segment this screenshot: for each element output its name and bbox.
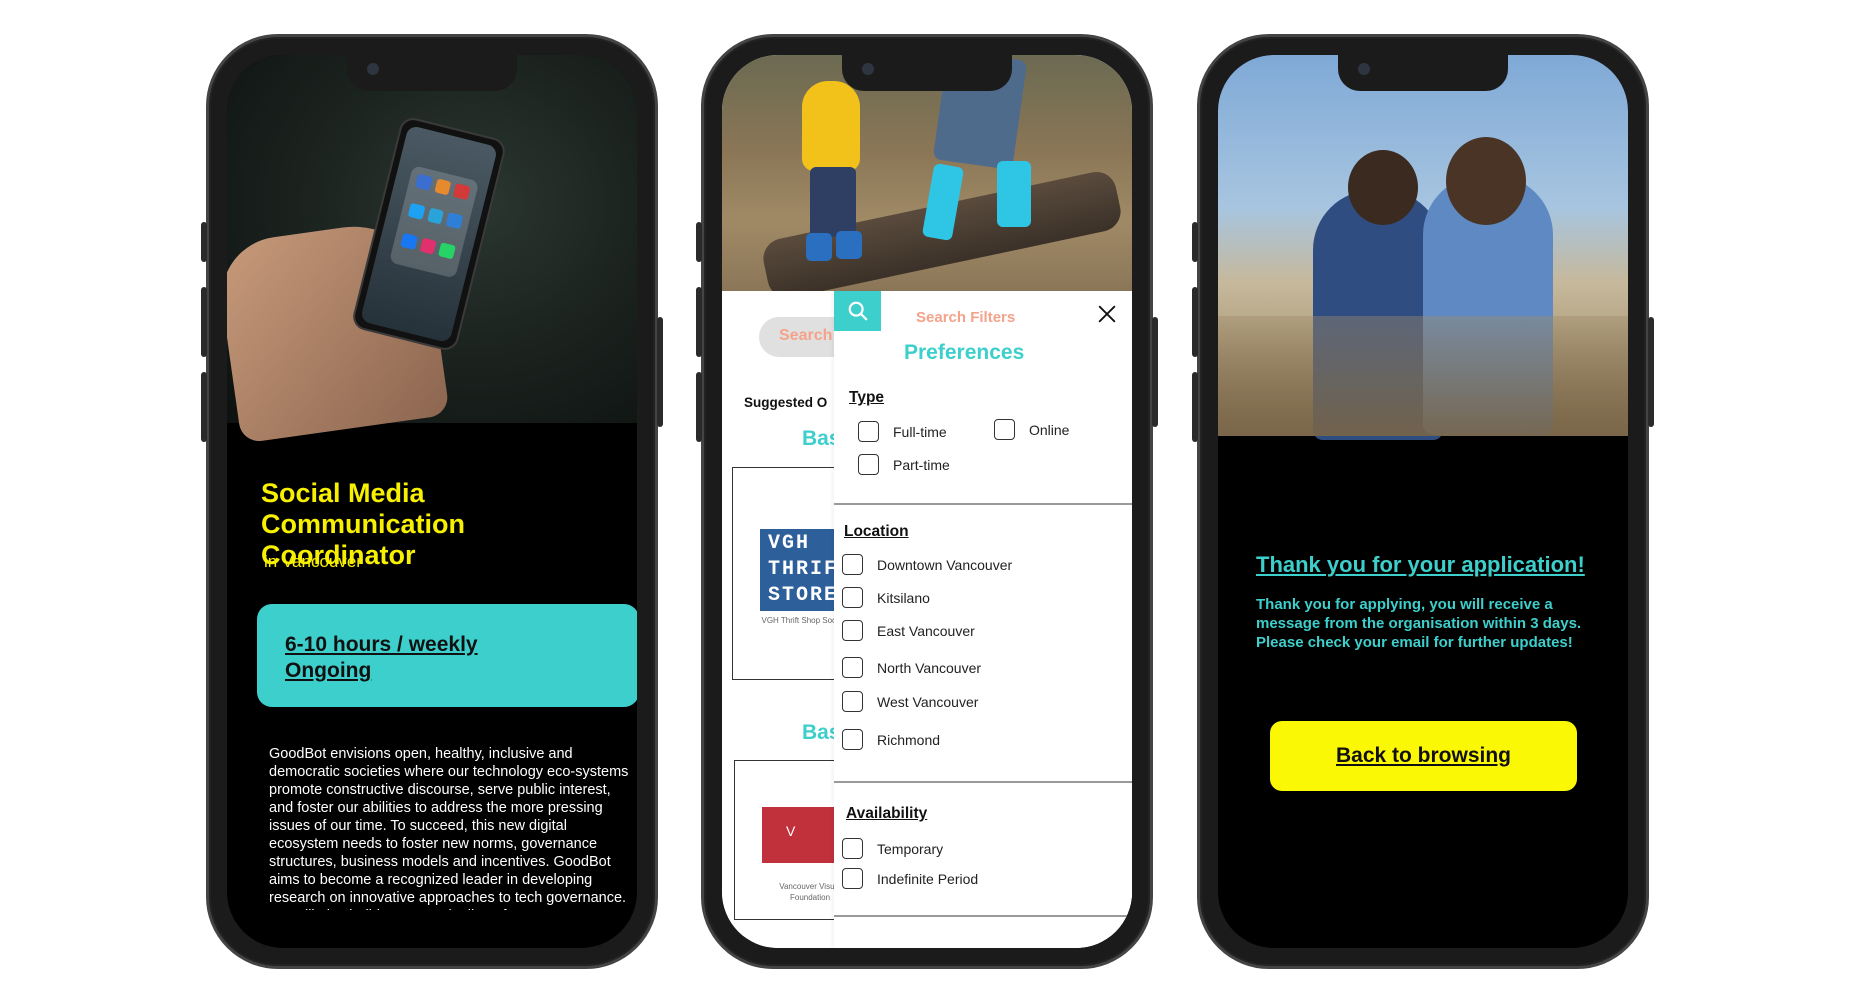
search-button[interactable] bbox=[834, 291, 881, 331]
checkbox-west-vancouver[interactable]: West Vancouver bbox=[842, 691, 978, 712]
checkbox-kitsilano[interactable]: Kitsilano bbox=[842, 587, 930, 608]
camera-icon bbox=[1358, 63, 1370, 75]
close-icon[interactable] bbox=[1096, 303, 1118, 325]
confirmation-screen: Thank you for your application! Thank yo… bbox=[1218, 55, 1628, 948]
job-detail-screen: Social Media Communication Coordinator i… bbox=[227, 55, 637, 948]
back-to-browsing-button[interactable]: Back to browsing bbox=[1270, 721, 1577, 791]
checkbox-full-time[interactable]: Full-time bbox=[858, 421, 947, 442]
notch bbox=[1338, 55, 1508, 91]
phone-confirmation: Thank you for your application! Thank yo… bbox=[1192, 34, 1654, 969]
confirmation-title: Thank you for your application! bbox=[1256, 552, 1585, 577]
location-heading: Location bbox=[844, 523, 909, 540]
duration-label: Ongoing bbox=[285, 659, 372, 682]
filters-title: Search Filters bbox=[916, 309, 1016, 326]
phone-job-detail: Social Media Communication Coordinator i… bbox=[201, 34, 663, 969]
divider bbox=[834, 915, 1132, 917]
notch bbox=[347, 55, 517, 91]
suggested-heading: Suggested O bbox=[744, 395, 828, 410]
availability-heading: Availability bbox=[846, 805, 928, 822]
checkbox-downtown-vancouver[interactable]: Downtown Vancouver bbox=[842, 554, 1012, 575]
camera-icon bbox=[862, 63, 874, 75]
filter-panel: Search Filters Preferences Type Full-tim… bbox=[834, 291, 1132, 948]
confirmation-message: Thank you for applying, you will receive… bbox=[1256, 596, 1582, 651]
phone-image bbox=[350, 115, 508, 353]
checkbox-indefinite-period[interactable]: Indefinite Period bbox=[842, 868, 978, 889]
app-folder-icon bbox=[388, 165, 480, 279]
hours-label: 6-10 hours / weekly bbox=[285, 633, 478, 656]
commitment-card[interactable]: 6-10 hours / weekly Ongoing bbox=[257, 604, 637, 707]
job-photo bbox=[227, 55, 637, 444]
checkbox-richmond[interactable]: Richmond bbox=[842, 729, 940, 750]
divider bbox=[834, 781, 1132, 783]
divider bbox=[834, 503, 1132, 505]
checkbox-east-vancouver[interactable]: East Vancouver bbox=[842, 620, 975, 641]
type-heading: Type bbox=[849, 389, 885, 406]
checkbox-north-vancouver[interactable]: North Vancouver bbox=[842, 657, 981, 678]
checkbox-part-time[interactable]: Part-time bbox=[858, 454, 950, 475]
notch bbox=[842, 55, 1012, 91]
job-location: in Vancouver bbox=[264, 552, 362, 571]
checkbox-online[interactable]: Online bbox=[994, 419, 1069, 440]
checkbox-temporary[interactable]: Temporary bbox=[842, 838, 943, 859]
phone-search-filters: Search Suggested O Bas VGH THRIF STORE V… bbox=[696, 34, 1158, 969]
job-description: GoodBot envisions open, healthy, inclusi… bbox=[269, 746, 629, 910]
camera-icon bbox=[367, 63, 379, 75]
preferences-heading: Preferences bbox=[904, 341, 1025, 364]
search-icon bbox=[848, 301, 867, 321]
confirmation-photo bbox=[1218, 55, 1628, 440]
search-filters-screen: Search Suggested O Bas VGH THRIF STORE V… bbox=[722, 55, 1132, 948]
